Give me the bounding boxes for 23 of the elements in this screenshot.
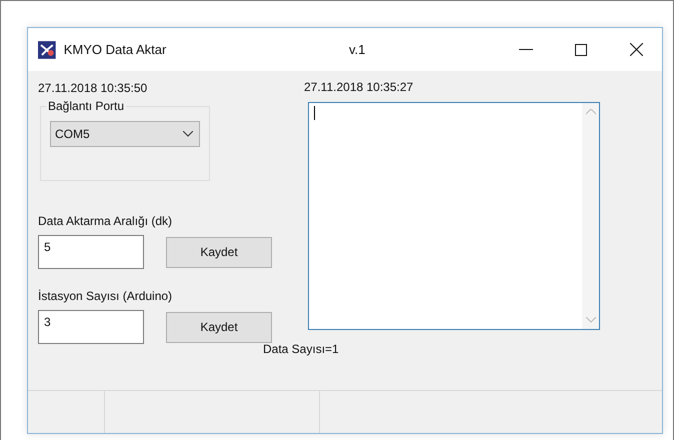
- log-textarea[interactable]: [308, 102, 600, 330]
- scroll-down-icon: [586, 317, 596, 323]
- field-label: Data Aktarma Aralığı (dk): [38, 214, 174, 228]
- scrollbar[interactable]: [582, 103, 599, 329]
- save-button[interactable]: Kaydet: [166, 236, 272, 268]
- clock-label: 27.11.2018 10:35:50: [38, 81, 148, 95]
- version-label: v.1: [348, 42, 366, 57]
- input-field[interactable]: 5: [38, 235, 144, 269]
- save-button[interactable]: Kaydet: [166, 312, 272, 342]
- scroll-up-icon: [586, 109, 596, 115]
- text-cursor: [314, 106, 315, 120]
- maximize-icon: [575, 44, 588, 56]
- log-timestamp: 27.11.2018 10:35:27: [304, 80, 414, 94]
- close-icon: [630, 43, 643, 56]
- chevron-down-icon: [183, 131, 193, 137]
- group-title: Bağlantı Portu: [47, 99, 126, 113]
- data-count-label: Data Sayısı=1: [263, 342, 340, 356]
- window-title: KMYO Data Aktar: [64, 42, 168, 57]
- port-dropdown[interactable]: COM5: [50, 121, 200, 147]
- field-label: İstasyon Sayısı (Arduino): [38, 289, 174, 303]
- minimize-icon: [519, 48, 534, 50]
- input-field[interactable]: 3: [38, 310, 144, 344]
- app-icon: [38, 40, 56, 58]
